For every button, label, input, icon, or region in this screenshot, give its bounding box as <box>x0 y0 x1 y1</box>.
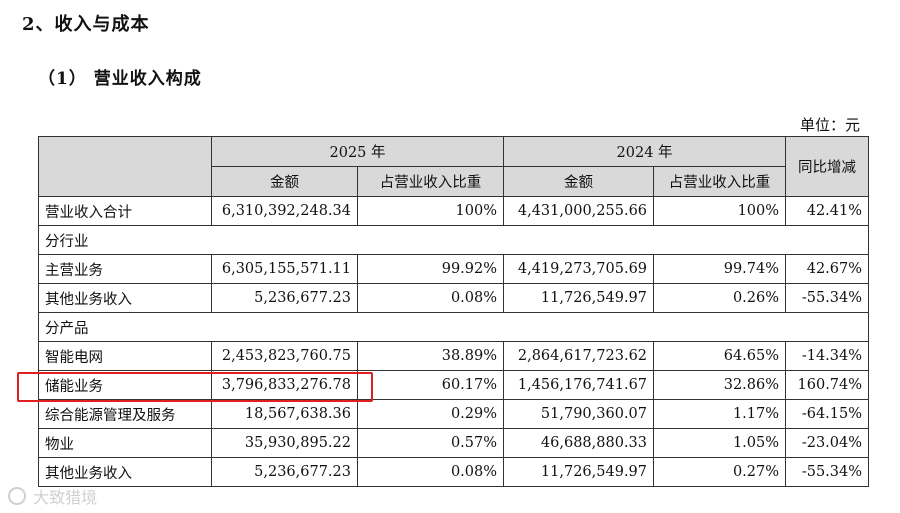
header-yoy: 同比增减 <box>785 136 870 197</box>
yoy-change: 42.41% <box>785 196 870 226</box>
section-row: 分产品 <box>37 312 870 342</box>
amount-2024: 4,419,273,705.69 <box>503 254 655 284</box>
header-amount-2024: 金额 <box>503 166 655 197</box>
amount-2025: 35,930,895.22 <box>211 428 358 458</box>
header-share-2025: 占营业收入比重 <box>356 166 505 197</box>
table-row: 物业 35,930,895.22 0.57% 46,688,880.33 1.05% -2… <box>38 428 870 458</box>
amount-2024: 11,726,549.97 <box>503 457 655 487</box>
table-row: 其他业务收入 5,236,677.23 0.08% 11,726,549.97 0.27… <box>38 457 870 487</box>
header-blank <box>38 136 212 197</box>
row-name: 智能电网 <box>38 341 212 371</box>
section-label: 分行业 <box>37 225 870 255</box>
table-body: 营业收入合计 6,310,392,248.34 100% 4,431,000,255.… <box>37 196 870 487</box>
highlight-box <box>17 372 373 402</box>
row-name: 物业 <box>38 428 212 458</box>
share-2025: 100% <box>356 196 505 226</box>
row-name: 主营业务 <box>38 254 212 284</box>
amount-2025: 5,236,677.23 <box>211 457 358 487</box>
share-2024: 0.26% <box>653 283 787 313</box>
watermark: 大致猎境 <box>8 484 97 508</box>
revenue-table: 2025 年 2024 年 同比增减 金额 占营业收入比重 金额 占营业收入比重… <box>37 136 870 487</box>
table-header-row: 2025 年 2024 年 同比增减 <box>38 136 870 197</box>
share-2025: 0.08% <box>356 283 505 313</box>
share-2024: 99.74% <box>653 254 787 284</box>
table-row: 综合能源管理及服务 18,567,638.36 0.29% 51,790,360.07… <box>38 399 870 429</box>
amount-2025: 6,305,155,571.11 <box>211 254 358 284</box>
section-row: 分行业 <box>37 225 870 255</box>
share-2024: 1.05% <box>653 428 787 458</box>
yoy-change: -55.34% <box>785 457 870 487</box>
table-row: 主营业务 6,305,155,571.11 99.92% 4,419,273,705.… <box>38 254 870 284</box>
table-row: 智能电网 2,453,823,760.75 38.89% 2,864,617,723.… <box>38 341 870 371</box>
row-name: 其他业务收入 <box>38 283 212 313</box>
share-2024: 1.17% <box>653 399 787 429</box>
yoy-change: -23.04% <box>785 428 870 458</box>
amount-2024: 2,864,617,723.62 <box>503 341 655 371</box>
amount-2025: 18,567,638.36 <box>211 399 358 429</box>
watermark-text: 大致猎境 <box>33 488 98 507</box>
table-row: 营业收入合计 6,310,392,248.34 100% 4,431,000,255.… <box>38 196 870 226</box>
share-2024: 100% <box>653 196 787 226</box>
row-name: 综合能源管理及服务 <box>38 399 212 429</box>
amount-2024: 11,726,549.97 <box>503 283 655 313</box>
subsection-heading: （1） 营业收入构成 <box>38 69 202 89</box>
yoy-change: -64.15% <box>785 399 870 429</box>
unit-label: 单位：元 <box>799 116 860 134</box>
yoy-change: -55.34% <box>785 283 870 313</box>
header-share-2024: 占营业收入比重 <box>653 166 787 197</box>
amount-2025: 5,236,677.23 <box>211 283 358 313</box>
section-label: 分产品 <box>37 312 870 342</box>
share-2025: 0.08% <box>356 457 505 487</box>
share-2025: 0.57% <box>356 428 505 458</box>
share-2025: 99.92% <box>356 254 505 284</box>
header-2024: 2024 年 <box>503 136 787 167</box>
share-2025: 38.89% <box>356 341 505 371</box>
amount-2024: 4,431,000,255.66 <box>503 196 655 226</box>
share-2025: 0.29% <box>356 399 505 429</box>
amount-2024: 1,456,176,741.67 <box>503 370 655 400</box>
yoy-change: -14.34% <box>785 341 870 371</box>
header-amount-2025: 金额 <box>211 166 358 197</box>
share-2024: 32.86% <box>653 370 787 400</box>
watermark-logo-icon <box>8 487 26 505</box>
share-2025: 60.17% <box>356 370 505 400</box>
amount-2025: 6,310,392,248.34 <box>211 196 358 226</box>
yoy-change: 160.74% <box>785 370 870 400</box>
section-heading: 2、收入与成本 <box>22 14 150 35</box>
share-2024: 64.65% <box>653 341 787 371</box>
header-2025: 2025 年 <box>210 136 505 167</box>
amount-2024: 51,790,360.07 <box>503 399 655 429</box>
table-row: 其他业务收入 5,236,677.23 0.08% 11,726,549.97 0.26… <box>38 283 870 313</box>
amount-2024: 46,688,880.33 <box>503 428 655 458</box>
yoy-change: 42.67% <box>785 254 870 284</box>
row-name: 营业收入合计 <box>38 196 212 226</box>
row-name: 其他业务收入 <box>38 457 212 487</box>
share-2024: 0.27% <box>653 457 787 487</box>
amount-2025: 2,453,823,760.75 <box>211 341 358 371</box>
